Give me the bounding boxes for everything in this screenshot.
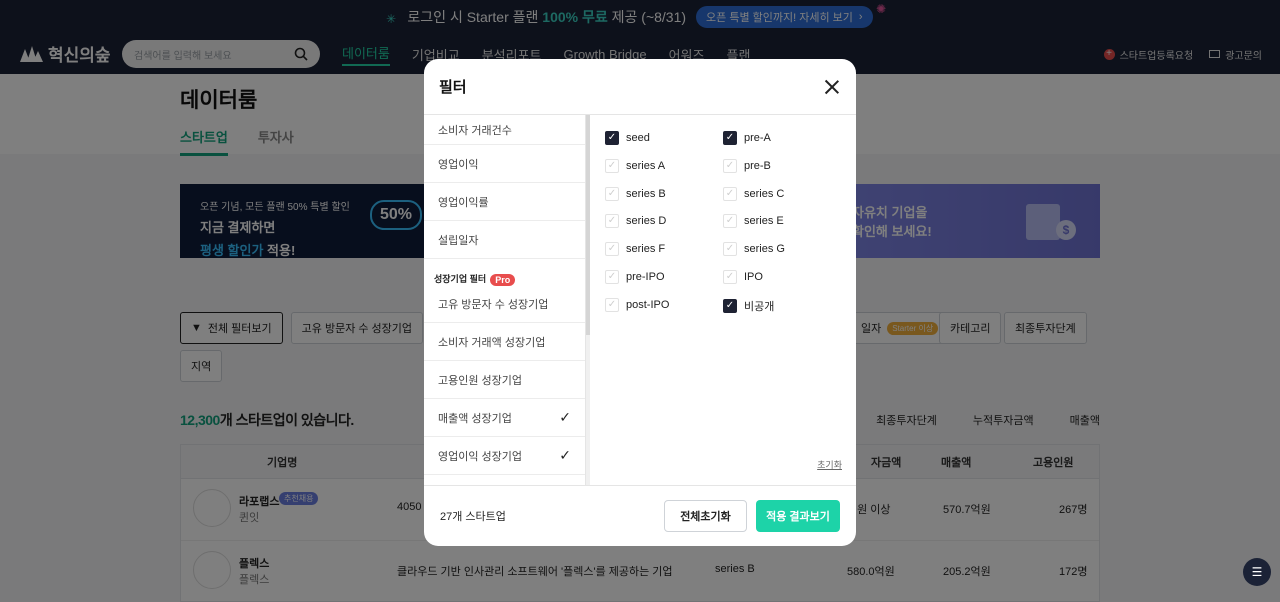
growth-filter-group-label: 성장기업 필터 Pro	[424, 259, 585, 286]
modal-header: 필터	[424, 59, 856, 115]
stage-reset-link[interactable]: 초기화	[817, 458, 842, 471]
result-count: 27개 스타트업	[440, 511, 506, 523]
stage-option-label: series B	[626, 187, 666, 200]
filter-category-item[interactable]: 영업이익률	[424, 183, 585, 221]
filter-category-label: 고용인원 성장기업	[438, 374, 523, 387]
filter-category-label: 영업이익 성장기업	[438, 450, 523, 463]
filter-category-item[interactable]: 고용인원 성장기업	[424, 361, 585, 399]
checkbox-icon[interactable]: ✓	[605, 158, 619, 173]
stage-option[interactable]: ✓ pre-IPO	[605, 270, 665, 284]
chat-button[interactable]: ☰	[1243, 558, 1271, 586]
filter-category-label: 영업이익	[438, 158, 479, 171]
checkbox-icon[interactable]: ✓	[605, 214, 619, 229]
stage-option-label: post-IPO	[626, 298, 670, 311]
filter-category-item[interactable]: 소비자 거래액 성장기업	[424, 323, 585, 361]
checkbox-icon[interactable]: ✓	[605, 270, 619, 284]
stage-option[interactable]: ✓ series E	[723, 214, 784, 229]
filter-category-item[interactable]: 영업이익 성장기업 ✓	[424, 437, 585, 475]
stage-option[interactable]: ✓ seed	[605, 131, 650, 145]
filter-category-label: 소비자 거래액 성장기업	[438, 336, 546, 349]
check-icon: ✓	[559, 409, 571, 425]
chat-icon: ☰	[1251, 565, 1263, 579]
filter-category-item[interactable]: 매출액 성장기업 ✓	[424, 399, 585, 437]
growth-filter-label: 성장기업 필터	[434, 274, 487, 284]
stage-option-label: pre-A	[744, 132, 771, 144]
filter-category-label: 고유 방문자 수 성장기업	[438, 298, 549, 311]
filter-modal: 필터 소비자 거래건수 영업이익 영업이익률 설립일자 성장기업 필터 Pro …	[424, 59, 856, 546]
stage-option-label: seed	[626, 132, 650, 144]
stage-option[interactable]: ✓ pre-B	[723, 158, 771, 173]
modal-title: 필터	[439, 79, 467, 96]
close-icon[interactable]	[822, 77, 842, 97]
stage-option[interactable]: ✓ pre-A	[723, 131, 771, 145]
stage-option[interactable]: ✓ series F	[605, 242, 666, 257]
stage-option[interactable]: ✓ post-IPO	[605, 297, 670, 312]
checkbox-icon[interactable]: ✓	[605, 297, 619, 312]
filter-category-item[interactable]: 영업이익	[424, 145, 585, 183]
checkbox-icon[interactable]: ✓	[723, 214, 737, 229]
checkbox-icon[interactable]: ✓	[723, 186, 737, 201]
checkbox-checked-icon[interactable]: ✓	[723, 131, 737, 145]
checkbox-icon[interactable]: ✓	[723, 242, 737, 257]
check-icon: ✓	[559, 447, 571, 463]
stage-option[interactable]: ✓ series G	[723, 242, 785, 257]
stage-option[interactable]: ✓ series D	[605, 214, 667, 229]
modal-footer: 27개 스타트업 전체초기화 적용 결과보기	[424, 485, 856, 546]
filter-category-list: 소비자 거래건수 영업이익 영업이익률 설립일자 성장기업 필터 Pro 고유 …	[424, 115, 586, 485]
pro-badge: Pro	[490, 274, 516, 286]
stage-options: 초기화 ✓ seed ✓ pre-A ✓ series A ✓ pre-B ✓ series B ✓…	[590, 115, 856, 485]
checkbox-icon[interactable]: ✓	[605, 186, 619, 201]
stage-option[interactable]: ✓ series B	[605, 186, 666, 201]
stage-option-label: series G	[744, 243, 785, 256]
apply-button[interactable]: 적용 결과보기	[756, 500, 840, 532]
reset-all-button[interactable]: 전체초기화	[664, 500, 747, 532]
filter-category-item[interactable]: 설립일자	[424, 221, 585, 259]
stage-option-label: series A	[626, 159, 666, 172]
stage-option[interactable]: ✓ series A	[605, 158, 666, 173]
filter-category-item[interactable]: 소비자 거래건수	[424, 115, 585, 145]
stage-option[interactable]: ✓ IPO	[723, 270, 763, 284]
checkbox-icon[interactable]: ✓	[723, 158, 737, 173]
stage-option-label: 비공개	[744, 300, 775, 313]
checkbox-checked-icon[interactable]: ✓	[723, 298, 737, 313]
stage-option[interactable]: ✓ 비공개	[723, 298, 774, 314]
stage-option-label: pre-B	[744, 159, 771, 172]
stage-option[interactable]: ✓ series C	[723, 186, 785, 201]
checkbox-icon[interactable]: ✓	[605, 242, 619, 257]
modal-body: 소비자 거래건수 영업이익 영업이익률 설립일자 성장기업 필터 Pro 고유 …	[424, 115, 856, 485]
stage-option-label: pre-IPO	[626, 271, 665, 283]
checkbox-checked-icon[interactable]: ✓	[605, 131, 619, 145]
stage-option-label: series D	[626, 215, 667, 228]
stage-option-label: series C	[744, 187, 785, 200]
stage-option-label: IPO	[744, 271, 763, 283]
filter-category-label: 설립일자	[438, 234, 479, 247]
filter-category-label: 매출액 성장기업	[438, 412, 512, 425]
stage-option-label: series F	[626, 243, 666, 256]
filter-category-item[interactable]: 고유 방문자 수 성장기업	[424, 285, 585, 323]
filter-category-label: 영업이익률	[438, 196, 489, 209]
stage-option-label: series E	[744, 215, 784, 228]
checkbox-icon[interactable]: ✓	[723, 270, 737, 284]
filter-category-label: 소비자 거래건수	[438, 124, 512, 137]
